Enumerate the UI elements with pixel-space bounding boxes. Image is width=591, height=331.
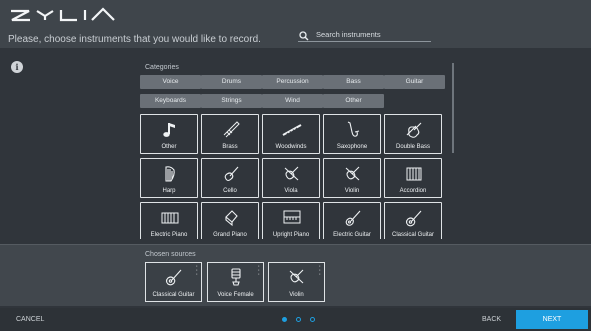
zylia-logo-mark [11, 7, 115, 22]
next-button[interactable]: NEXT [516, 310, 588, 329]
double-bass-icon [406, 122, 422, 138]
zylia-logo [10, 5, 116, 32]
music-note-icon [163, 123, 175, 137]
violin-icon [345, 166, 360, 181]
category-drums[interactable]: Drums [201, 75, 262, 89]
grand-piano-icon [225, 210, 238, 227]
instrument-label: Harp [162, 188, 176, 194]
violin-icon [289, 269, 304, 284]
step-dot-active [282, 317, 287, 322]
more-options-icon[interactable]: · · · [319, 263, 321, 278]
info-icon[interactable]: i [11, 61, 23, 73]
instrument-tile-woodwinds[interactable]: Woodwinds [262, 114, 320, 154]
instrument-tile-viola[interactable]: Viola [262, 158, 320, 198]
category-guitar[interactable]: Guitar [384, 75, 445, 89]
instrument-tile-other[interactable]: Other [140, 114, 198, 154]
category-strings[interactable]: Strings [201, 94, 262, 108]
instrument-tile-electric-piano[interactable]: Electric Piano [140, 202, 198, 239]
step-dot [296, 317, 301, 322]
instrument-label: Double Bass [395, 144, 431, 150]
chosen-sources-panel: Chosen sources · · · Classical Guitar · · · … [0, 244, 591, 306]
instrument-tile-harp[interactable]: Harp [140, 158, 198, 198]
electric-piano-icon [161, 212, 179, 224]
category-percussion[interactable]: Percussion [262, 75, 323, 89]
saxophone-icon [347, 121, 360, 137]
instrument-tile-upright-piano[interactable]: Upright Piano [262, 202, 320, 239]
instrument-label: Other [161, 144, 177, 150]
instrument-tile-violin[interactable]: Violin [323, 158, 381, 198]
category-wind[interactable]: Wind [262, 94, 323, 108]
flute-icon [282, 124, 302, 136]
chosen-source-label: Classical Guitar [152, 292, 195, 298]
microphone-icon [231, 268, 241, 286]
instrument-tile-electric-guitar[interactable]: Electric Guitar [323, 202, 381, 239]
instrument-label: Violin [344, 188, 360, 194]
instrument-label: Grand Piano [213, 232, 247, 238]
classical-guitar-icon [165, 269, 182, 286]
category-other[interactable]: Other [323, 94, 384, 108]
harp-icon [165, 166, 175, 182]
instrument-grid: Other Brass Woodwinds Saxophone Double B… [139, 114, 444, 239]
footer: CANCEL BACK NEXT [0, 308, 591, 331]
instrument-tile-accordion[interactable]: Accordion [384, 158, 442, 198]
instrument-label: Accordion [399, 188, 427, 194]
cancel-button[interactable]: CANCEL [16, 316, 44, 323]
category-voice[interactable]: Voice [140, 75, 201, 89]
cello-icon [224, 166, 239, 182]
step-dot [310, 317, 315, 322]
instrument-tile-grand-piano[interactable]: Grand Piano [201, 202, 259, 239]
chosen-source-voice-female[interactable]: · · · Voice Female [207, 262, 264, 302]
instrument-label: Brass [222, 144, 238, 150]
instrument-scrollbar[interactable] [452, 63, 454, 153]
instrument-label: Electric Guitar [333, 232, 371, 238]
instrument-tile-saxophone[interactable]: Saxophone [323, 114, 381, 154]
more-options-icon[interactable]: · · · [258, 263, 260, 278]
instrument-tile-classical-guitar[interactable]: Classical Guitar [384, 202, 442, 239]
more-options-icon[interactable]: · · · [196, 263, 198, 278]
categories-label: Categories [145, 64, 179, 71]
instrument-label: Cello [223, 188, 237, 194]
back-button[interactable]: BACK [482, 316, 501, 323]
instrument-label: Woodwinds [275, 144, 307, 150]
chosen-source-label: Violin [289, 292, 304, 298]
instrument-label: Viola [284, 188, 298, 194]
viola-icon [284, 166, 299, 181]
chosen-source-violin[interactable]: · · · Violin [268, 262, 325, 302]
upright-piano-icon [283, 210, 301, 224]
chosen-source-label: Voice Female [217, 292, 254, 298]
search-input[interactable] [316, 28, 429, 41]
category-keyboards[interactable]: Keyboards [140, 94, 201, 108]
instructions-text: Please, choose instruments that you woul… [8, 34, 261, 45]
chosen-sources-label: Chosen sources [145, 251, 196, 258]
search-box[interactable] [298, 28, 431, 42]
instrument-tile-cello[interactable]: Cello [201, 158, 259, 198]
instrument-tile-brass[interactable]: Brass [201, 114, 259, 154]
category-bass[interactable]: Bass [323, 75, 384, 89]
electric-guitar-icon [345, 210, 361, 226]
instrument-tile-double-bass[interactable]: Double Bass [384, 114, 442, 154]
accordion-icon [406, 167, 422, 181]
trumpet-icon [223, 121, 240, 138]
instrument-label: Upright Piano [272, 232, 310, 238]
classical-guitar-icon [405, 210, 422, 227]
instrument-label: Electric Piano [150, 232, 188, 238]
chosen-source-classical-guitar[interactable]: · · · Classical Guitar [145, 262, 202, 302]
header: Please, choose instruments that you woul… [0, 0, 591, 48]
instrument-label: Saxophone [336, 144, 368, 150]
search-icon [299, 28, 309, 46]
instrument-label: Classical Guitar [391, 232, 434, 238]
